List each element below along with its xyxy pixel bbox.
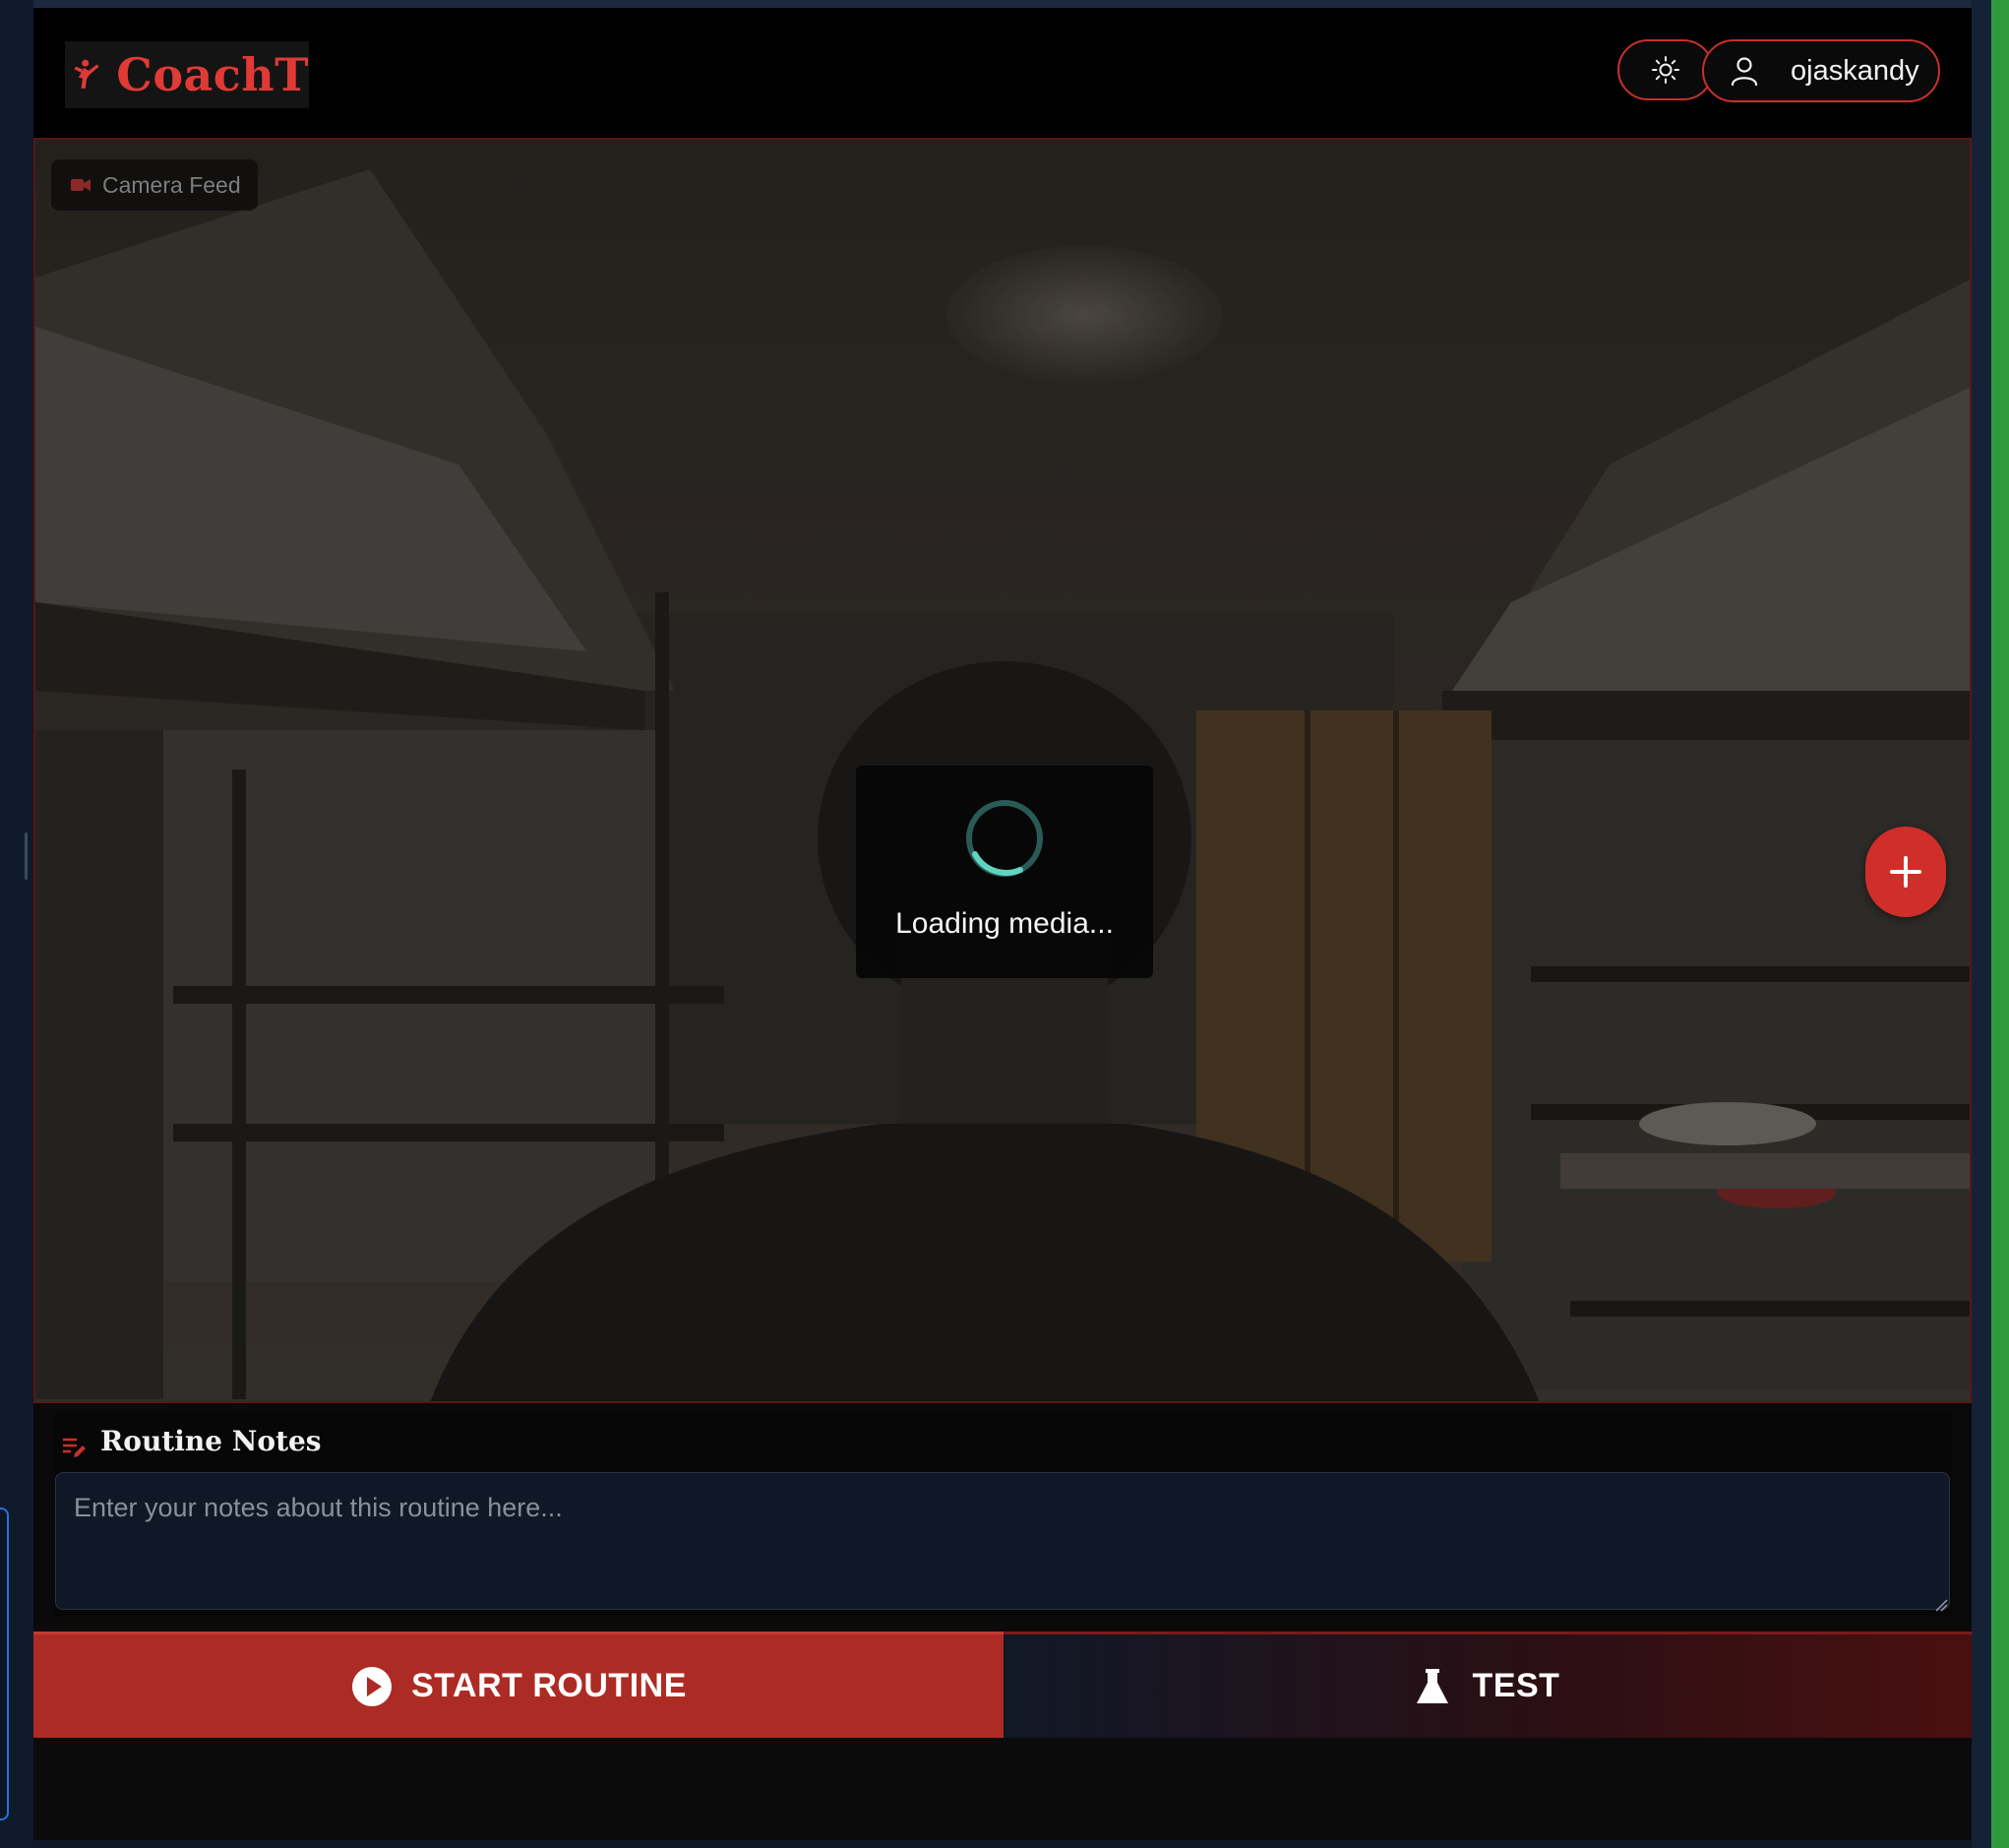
theme-toggle-button[interactable] — [1617, 39, 1714, 100]
start-routine-button[interactable]: START ROUTINE — [33, 1632, 1004, 1738]
routine-notes-title: Routine Notes — [100, 1425, 322, 1457]
play-circle-icon — [352, 1666, 393, 1706]
flask-icon — [1416, 1668, 1448, 1703]
loading-overlay: Loading media... — [856, 766, 1153, 978]
camera-feed-label-text: Camera Feed — [102, 171, 241, 198]
test-button[interactable]: TEST — [1004, 1632, 1972, 1738]
username: ojaskandy — [1791, 54, 1919, 87]
resize-handle[interactable] — [25, 832, 28, 880]
action-bar: START ROUTINE TEST — [33, 1632, 1972, 1738]
footer-area — [33, 1738, 1972, 1840]
background-window-edge-green — [1991, 0, 2009, 1848]
sun-icon — [1652, 56, 1679, 84]
top-bar: CoachT ojaskandy — [33, 8, 1972, 138]
brand-name: CoachT — [116, 48, 309, 101]
test-label: TEST — [1472, 1667, 1560, 1704]
video-camera-icon — [71, 179, 91, 191]
brand-logo[interactable]: CoachT — [65, 41, 309, 108]
app-window: CoachT ojaskandy Camera Feed Loading med… — [33, 0, 1972, 1840]
user-menu-button[interactable]: ojaskandy — [1702, 39, 1940, 102]
camera-feed: Camera Feed Loading media... — [33, 138, 1972, 1403]
background-window-edge — [0, 1508, 9, 1820]
add-button[interactable] — [1865, 827, 1946, 917]
camera-feed-label: Camera Feed — [51, 159, 258, 211]
plus-icon — [1890, 856, 1921, 888]
routine-notes-panel: Routine Notes — [55, 1411, 1952, 1616]
loading-text: Loading media... — [895, 907, 1114, 940]
start-routine-label: START ROUTINE — [411, 1667, 687, 1704]
desktop-left-edge — [0, 0, 33, 1848]
resize-grip-icon[interactable] — [1932, 1596, 1948, 1612]
martial-arts-kick-icon — [74, 59, 99, 89]
loading-spinner-icon — [966, 800, 1043, 877]
user-icon — [1731, 57, 1758, 87]
routine-notes-input[interactable] — [55, 1472, 1950, 1610]
edit-list-icon — [63, 1438, 86, 1457]
